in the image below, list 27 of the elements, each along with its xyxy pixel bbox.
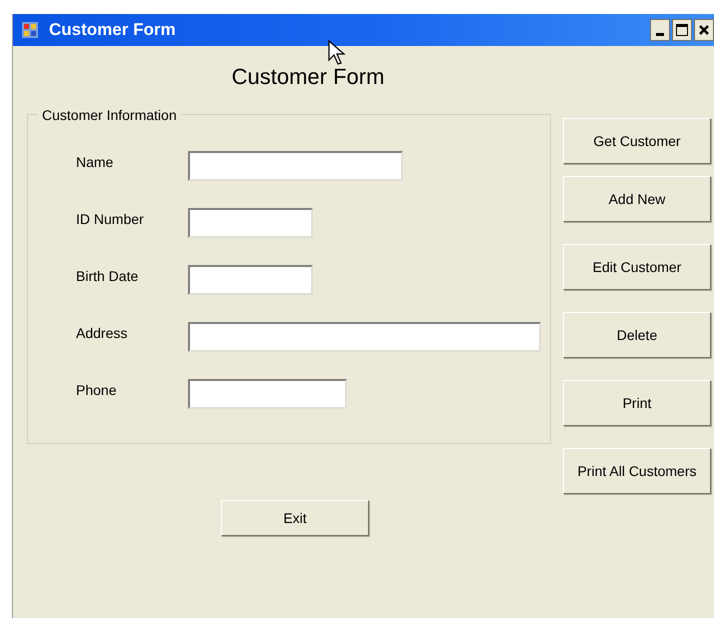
field-label: ID Number bbox=[76, 210, 145, 228]
minimize-icon bbox=[656, 33, 664, 36]
text-field[interactable] bbox=[188, 322, 541, 352]
field-label: Name bbox=[76, 152, 114, 172]
mouse-cursor-icon bbox=[328, 40, 346, 66]
field-label: Phone bbox=[76, 380, 118, 400]
maximize-icon bbox=[676, 24, 688, 36]
text-field[interactable] bbox=[188, 208, 313, 238]
app-icon bbox=[21, 21, 39, 39]
close-icon bbox=[699, 25, 709, 35]
field-label: Birth Date bbox=[76, 266, 140, 286]
action-button[interactable]: Add New bbox=[563, 176, 711, 222]
exit-button[interactable]: Exit bbox=[221, 500, 369, 536]
action-button[interactable]: Print All Customers bbox=[563, 448, 711, 494]
close-button[interactable] bbox=[694, 19, 714, 41]
window-title: Customer Form bbox=[49, 19, 176, 42]
maximize-button[interactable] bbox=[672, 19, 692, 41]
field-label: Address bbox=[76, 324, 128, 342]
action-button[interactable]: Print bbox=[563, 380, 711, 426]
action-button[interactable]: Get Customer bbox=[563, 118, 711, 164]
action-button[interactable]: Edit Customer bbox=[563, 244, 711, 290]
text-field[interactable] bbox=[188, 151, 403, 181]
form-heading: Customer Form bbox=[232, 62, 384, 90]
action-button[interactable]: Delete bbox=[563, 312, 711, 358]
text-field[interactable] bbox=[188, 265, 313, 295]
minimize-button[interactable] bbox=[650, 19, 670, 41]
text-field[interactable] bbox=[188, 379, 347, 409]
